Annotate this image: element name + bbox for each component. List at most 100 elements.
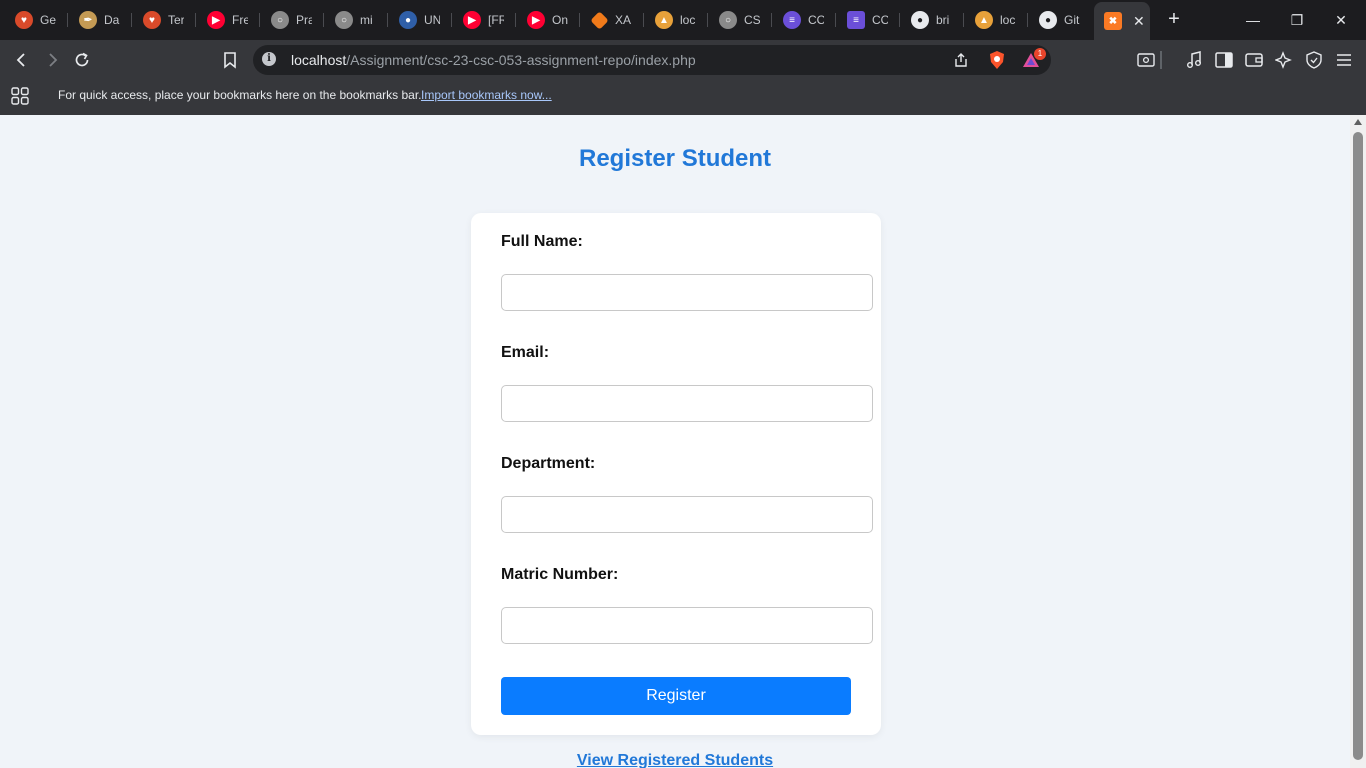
tab-title: CS xyxy=(744,13,760,27)
tab-separator xyxy=(323,13,324,27)
tab-title: CO xyxy=(872,13,888,27)
url-host: localhost xyxy=(291,52,347,68)
restore-icon[interactable]: ❐ xyxy=(1277,6,1317,34)
tab-title: Da xyxy=(104,13,120,27)
tab-title: Ter xyxy=(168,13,184,27)
tab-title: loc xyxy=(1000,13,1016,27)
tab-separator xyxy=(195,13,196,27)
close-window-icon[interactable]: ✕ xyxy=(1321,6,1361,34)
rewards-badge: 1 xyxy=(1034,48,1046,60)
github-icon: ● xyxy=(1039,11,1057,29)
list-doc-icon: ≡ xyxy=(847,11,865,29)
brave-lion-icon: ♥ xyxy=(15,11,33,29)
back-icon[interactable] xyxy=(10,48,34,72)
globe-icon: ○ xyxy=(335,11,353,29)
tab-separator xyxy=(899,13,900,27)
full-name-input[interactable] xyxy=(501,274,873,311)
matric-number-input[interactable] xyxy=(501,607,873,644)
forward-icon[interactable] xyxy=(40,48,64,72)
tab-13[interactable]: ≡ CO xyxy=(773,4,833,36)
tab-separator xyxy=(67,13,68,27)
brave-lion-icon: ♥ xyxy=(143,11,161,29)
reload-icon[interactable] xyxy=(70,48,94,72)
bookmarks-bar-message: For quick access, place your bookmarks h… xyxy=(58,88,422,102)
pen-nib-icon: ✒ xyxy=(79,11,97,29)
tab-1[interactable]: ♥ Ge xyxy=(5,4,65,36)
scroll-up-arrow-icon[interactable] xyxy=(1354,119,1362,125)
tab-title: loc xyxy=(680,13,696,27)
toolbar-divider xyxy=(1160,51,1162,69)
bookmark-icon[interactable] xyxy=(218,48,242,72)
tab-separator xyxy=(259,13,260,27)
tab-3[interactable]: ♥ Ter xyxy=(133,4,193,36)
tab-separator xyxy=(707,13,708,27)
tab-separator xyxy=(1027,13,1028,27)
scroll-thumb[interactable] xyxy=(1353,132,1363,760)
youtube-icon: ▶ xyxy=(463,11,481,29)
tab-5[interactable]: ○ Pra xyxy=(261,4,321,36)
page-viewport: Register Student Full Name: Email: Depar… xyxy=(0,115,1350,768)
tab-6[interactable]: ○ mi xyxy=(325,4,385,36)
tab-title: Pra xyxy=(296,13,312,27)
tab-14[interactable]: ≡ CO xyxy=(837,4,897,36)
tab-title: bri xyxy=(936,13,950,27)
tab-9[interactable]: ▶ On xyxy=(517,4,577,36)
import-bookmarks-link[interactable]: Import bookmarks now... xyxy=(421,88,552,102)
apps-grid-icon[interactable] xyxy=(11,87,29,105)
email-label: Email: xyxy=(501,344,550,361)
tab-17[interactable]: ● Git xyxy=(1029,4,1089,36)
tab-separator xyxy=(131,13,132,27)
address-bar[interactable]: i localhost/Assignment/csc-23-csc-053-as… xyxy=(253,45,1051,75)
tab-title: CO xyxy=(808,13,824,27)
page-scrollbar[interactable] xyxy=(1350,115,1366,768)
search-tab-icon[interactable] xyxy=(1134,48,1158,72)
browser-toolbar: i localhost/Assignment/csc-23-csc-053-as… xyxy=(0,40,1366,80)
tab-active[interactable]: ✖ ✕ xyxy=(1094,2,1150,40)
minimize-icon[interactable]: — xyxy=(1233,6,1273,34)
new-tab-button[interactable]: + xyxy=(1163,8,1185,30)
media-music-icon[interactable] xyxy=(1182,48,1206,72)
github-icon: ● xyxy=(911,11,929,29)
wallet-icon[interactable] xyxy=(1242,48,1266,72)
list-doc-icon: ≡ xyxy=(783,11,801,29)
department-input[interactable] xyxy=(501,496,873,533)
share-icon[interactable] xyxy=(951,50,971,70)
xampp-diamond-icon xyxy=(590,10,609,30)
registration-form: Full Name: Email: Department: Matric Num… xyxy=(471,213,881,735)
tab-4[interactable]: ▶ Fre xyxy=(197,4,257,36)
tab-12[interactable]: ○ CS xyxy=(709,4,769,36)
tab-8[interactable]: ▶ [FR xyxy=(453,4,513,36)
youtube-icon: ▶ xyxy=(527,11,545,29)
tab-16[interactable]: ▲ loc xyxy=(965,4,1025,36)
url-text[interactable]: localhost/Assignment/csc-23-csc-053-assi… xyxy=(291,52,696,68)
leo-ai-icon[interactable] xyxy=(1272,48,1296,72)
tab-7[interactable]: ● UN xyxy=(389,4,449,36)
menu-icon[interactable] xyxy=(1332,48,1356,72)
globe-icon: ○ xyxy=(271,11,289,29)
email-input[interactable] xyxy=(501,385,873,422)
tab-separator xyxy=(451,13,452,27)
close-tab-icon[interactable]: ✕ xyxy=(1133,13,1145,30)
tab-2[interactable]: ✒ Da xyxy=(69,4,129,36)
matric-number-label: Matric Number: xyxy=(501,566,619,583)
brave-shields-icon[interactable] xyxy=(987,50,1007,70)
vpn-shield-icon[interactable] xyxy=(1302,48,1326,72)
register-button[interactable]: Register xyxy=(501,677,851,715)
view-registered-students-link[interactable]: View Registered Students xyxy=(0,752,1350,768)
tab-11[interactable]: ▲ loc xyxy=(645,4,705,36)
tab-separator xyxy=(835,13,836,27)
department-label: Department: xyxy=(501,455,596,472)
tab-separator xyxy=(387,13,388,27)
phpmyadmin-sail-icon: ▲ xyxy=(655,11,673,29)
tab-strip: ♥ Ge ✒ Da ♥ Ter ▶ Fre ○ Pra ○ mi ● UN ▶ … xyxy=(0,0,1366,40)
tab-title: UN xyxy=(424,13,440,27)
tab-separator xyxy=(579,13,580,27)
sidebar-icon[interactable] xyxy=(1212,48,1236,72)
page-title: Register Student xyxy=(578,145,772,172)
tab-separator xyxy=(963,13,964,27)
site-info-icon[interactable]: i xyxy=(262,52,276,66)
tab-10[interactable]: XA xyxy=(581,4,641,36)
tab-15[interactable]: ● bri xyxy=(901,4,961,36)
tab-separator xyxy=(515,13,516,27)
tab-title: Git xyxy=(1064,13,1080,27)
